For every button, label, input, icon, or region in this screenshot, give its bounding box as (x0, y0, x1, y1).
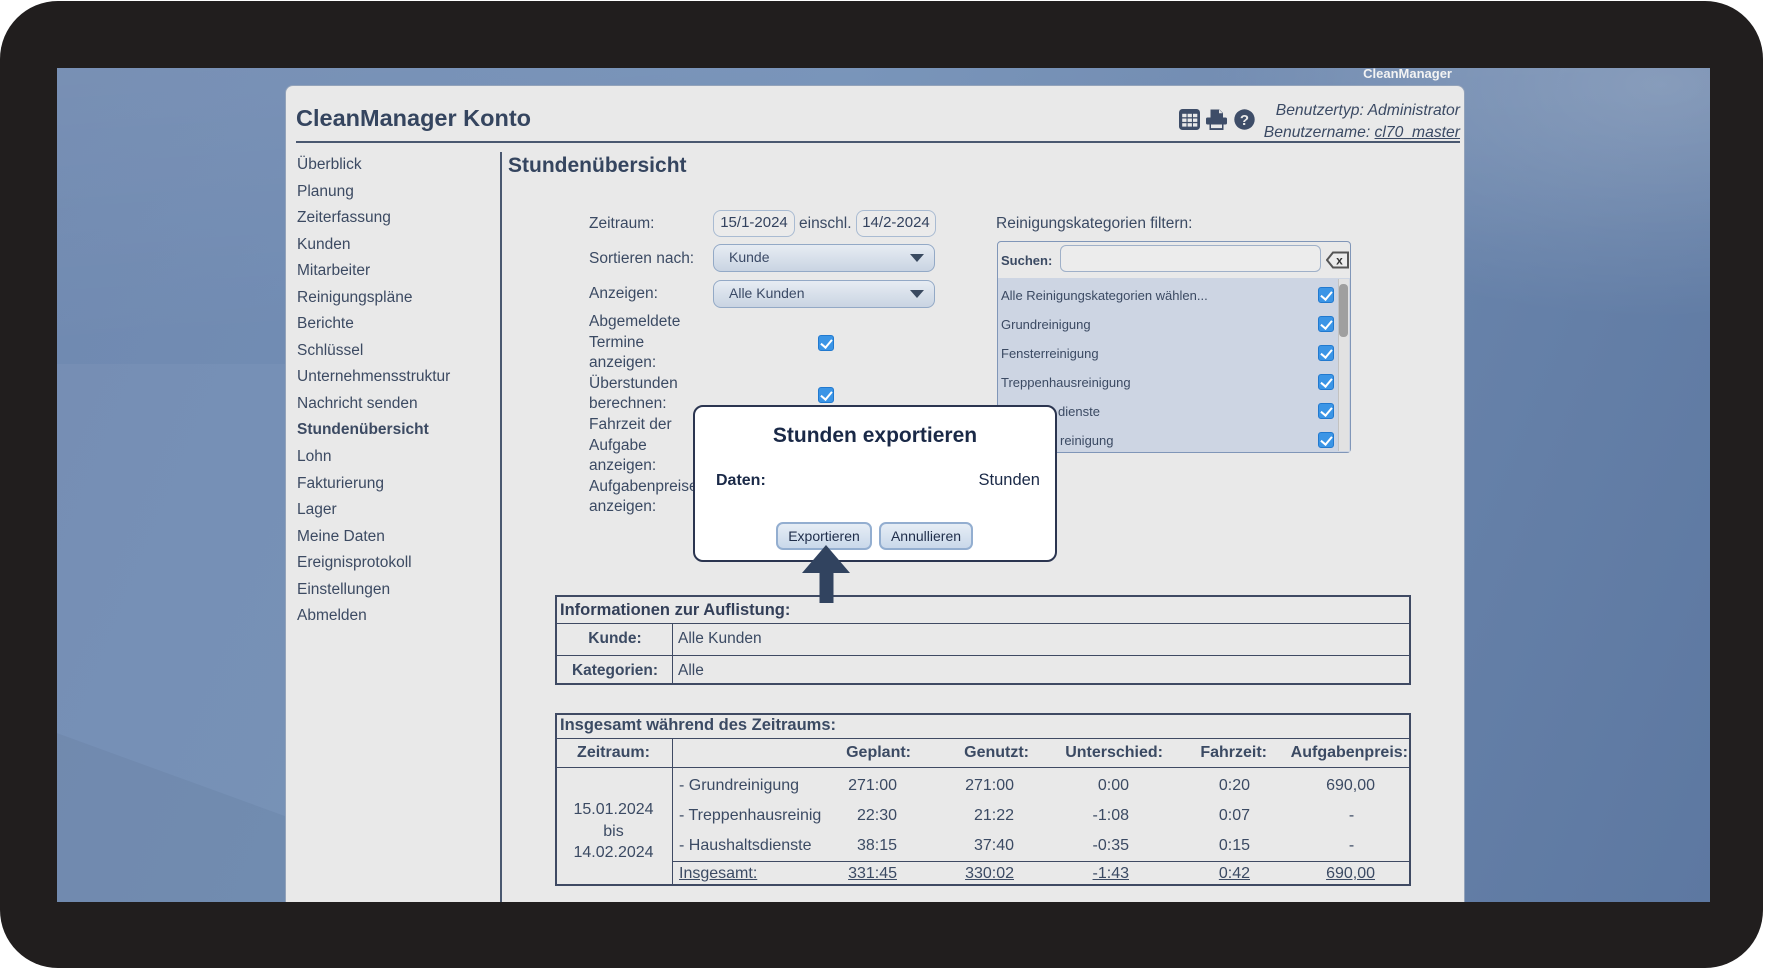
svg-text:x: x (1336, 254, 1343, 268)
